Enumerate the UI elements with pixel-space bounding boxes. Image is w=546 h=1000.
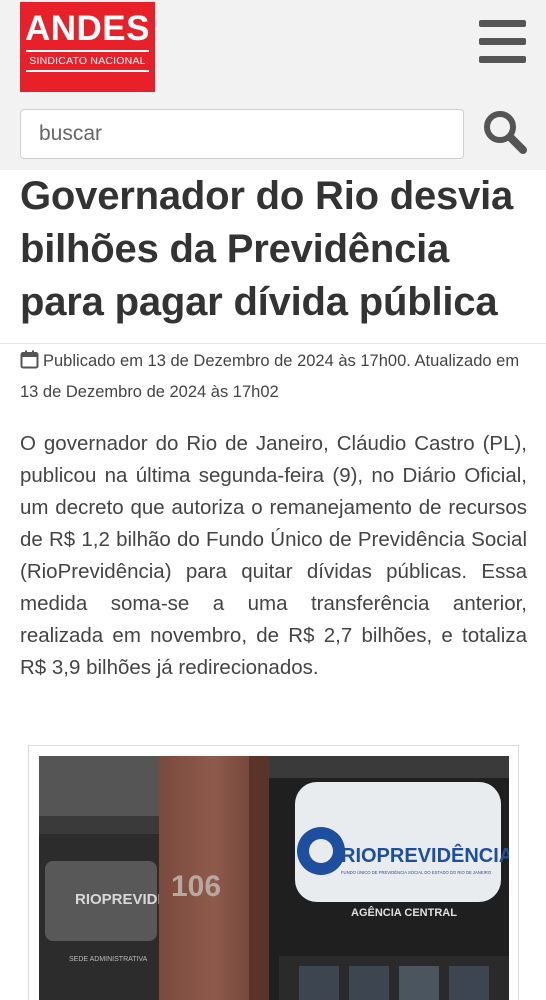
building-number: 106 bbox=[171, 870, 221, 903]
publish-date: Publicado em 13 de Dezembro de 2024 às 1… bbox=[20, 352, 520, 401]
logo-subtitle: SINDICATO NACIONAL bbox=[29, 55, 146, 67]
main-sign-caption: FUNDO ÚNICO DE PREVIDÊNCIA SOCIAL DO EST… bbox=[341, 870, 492, 875]
andes-logo[interactable]: ANDES SINDICATO NACIONAL bbox=[20, 2, 155, 92]
article-lead-paragraph: O governador do Rio de Janeiro, Cláudio … bbox=[20, 432, 527, 679]
logo-divider bbox=[26, 70, 149, 72]
calendar-icon bbox=[20, 349, 39, 369]
article-title: Governador do Rio desvia bilhões da Prev… bbox=[20, 174, 514, 324]
article-meta: Publicado em 13 de Dezembro de 2024 às 1… bbox=[20, 346, 526, 408]
title-divider bbox=[0, 343, 546, 344]
search-input[interactable] bbox=[20, 109, 464, 159]
agency-sign-text: AGÊNCIA CENTRAL bbox=[351, 906, 457, 919]
left-sign-caption: SEDE ADMINISTRATIVA bbox=[69, 956, 148, 963]
search-icon[interactable] bbox=[482, 109, 528, 155]
article-image-frame: RIOPREVIDÊNCIA SEDE ADMINISTRATIVA 106 R… bbox=[28, 745, 519, 1000]
logo-divider bbox=[26, 50, 149, 52]
hamburger-menu-icon[interactable] bbox=[479, 20, 527, 64]
article-photo[interactable]: RIOPREVIDÊNCIA SEDE ADMINISTRATIVA 106 R… bbox=[39, 756, 509, 1000]
site-header: ANDES SINDICATO NACIONAL bbox=[0, 0, 546, 170]
logo-title: ANDES bbox=[24, 9, 151, 48]
main-sign-text: RIOPREVIDÊNCIA bbox=[341, 843, 509, 867]
